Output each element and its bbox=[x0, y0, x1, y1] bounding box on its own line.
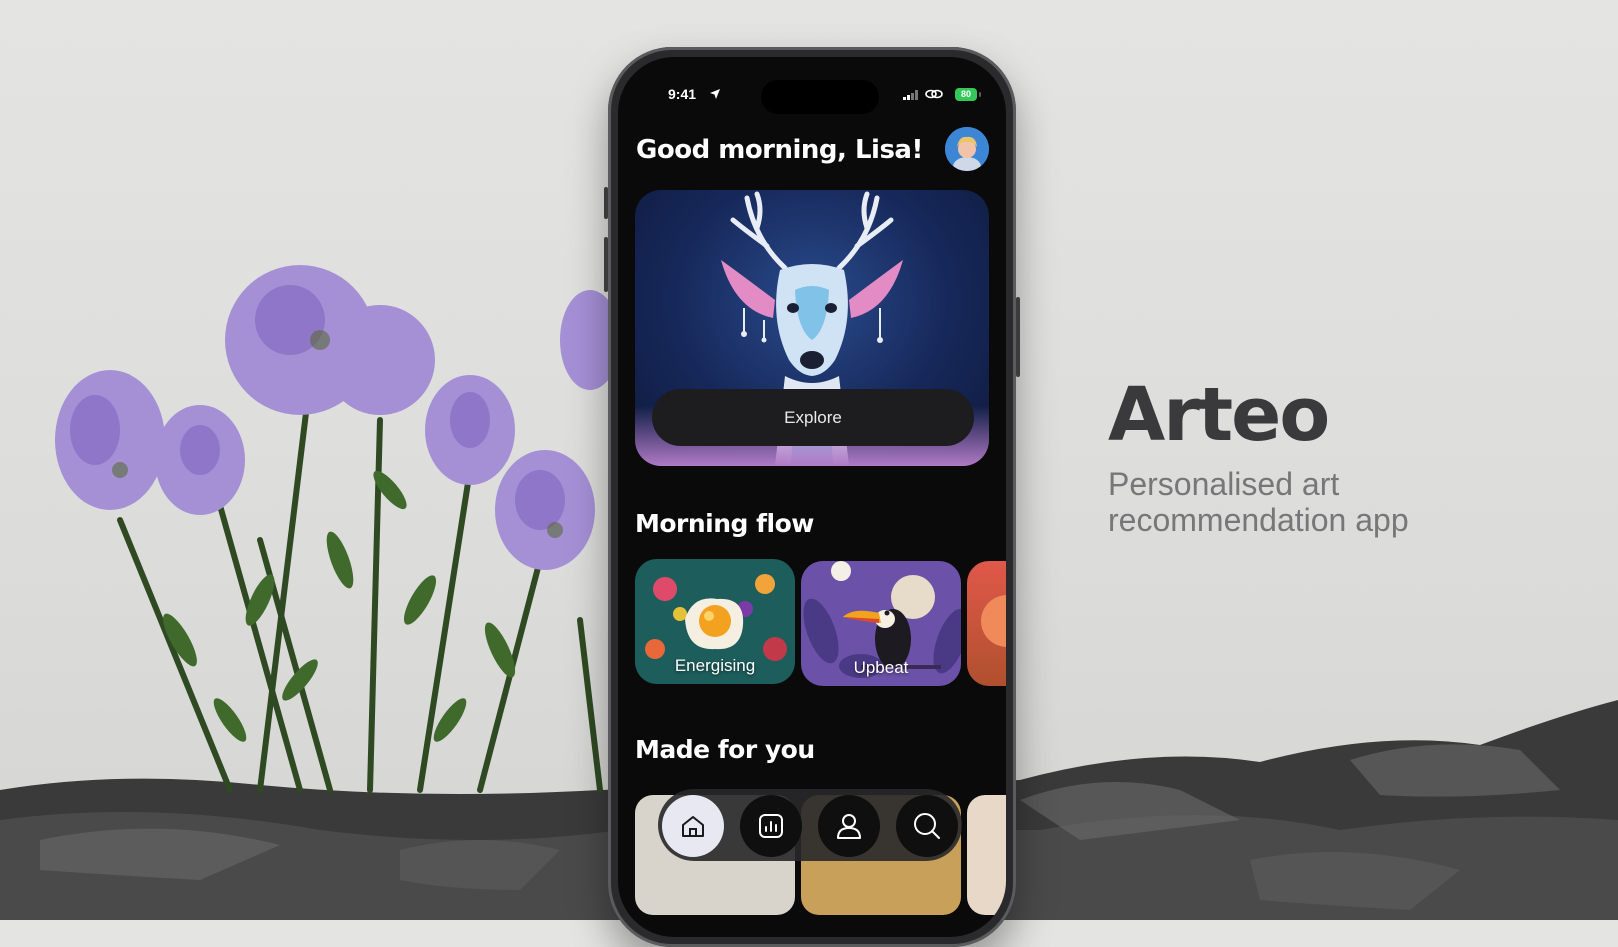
energising-label: Energising bbox=[674, 656, 756, 675]
phone-screen: 9:41 80 Good morning, Lisa! Explore Morn… bbox=[618, 57, 1006, 937]
side-button bbox=[1016, 297, 1020, 377]
location-arrow-icon bbox=[710, 89, 720, 99]
brand-block: Arteo Personalised art recommendation ap… bbox=[1108, 378, 1468, 538]
cellular-signal-icon bbox=[903, 90, 918, 100]
avatar[interactable] bbox=[945, 127, 989, 171]
brand-title: Arteo bbox=[1108, 372, 1330, 458]
avatar-portrait-icon bbox=[945, 127, 989, 171]
upbeat-card[interactable]: Upbeat bbox=[801, 561, 961, 686]
next-flow-card-peek[interactable] bbox=[967, 561, 1006, 686]
morning-flow-title: Morning flow bbox=[635, 509, 814, 538]
volume-up-button bbox=[604, 187, 608, 219]
tab-search[interactable] bbox=[896, 795, 958, 857]
tab-profile[interactable] bbox=[818, 795, 880, 857]
flower-illustration bbox=[55, 265, 620, 793]
battery-indicator: 80 bbox=[955, 88, 977, 101]
volume-down-button bbox=[604, 237, 608, 292]
made-for-you-card-peek[interactable] bbox=[967, 795, 1006, 915]
hero-artwork-card[interactable]: Explore bbox=[635, 190, 989, 466]
home-icon bbox=[682, 816, 704, 837]
dynamic-island bbox=[761, 80, 879, 114]
upbeat-label: Upbeat bbox=[853, 658, 909, 677]
energising-card[interactable]: Energising bbox=[635, 559, 795, 684]
search-icon bbox=[914, 813, 940, 839]
battery-tip bbox=[979, 92, 981, 97]
greeting-title: Good morning, Lisa! bbox=[636, 135, 923, 165]
sunset-artwork-image bbox=[967, 561, 1006, 686]
explore-button[interactable]: Explore bbox=[652, 389, 974, 446]
tab-home[interactable] bbox=[662, 795, 724, 857]
tab-stats[interactable] bbox=[740, 795, 802, 857]
hotspot-link-icon bbox=[925, 89, 943, 99]
stats-icon bbox=[759, 814, 783, 838]
made-for-you-title: Made for you bbox=[635, 735, 815, 764]
brand-subtitle: Personalised art recommendation app bbox=[1108, 466, 1409, 538]
profile-icon bbox=[837, 814, 861, 839]
status-time: 9:41 bbox=[668, 86, 697, 102]
phone-frame: 9:41 80 Good morning, Lisa! Explore Morn… bbox=[604, 47, 1020, 947]
bottom-tab-bar bbox=[658, 789, 962, 861]
